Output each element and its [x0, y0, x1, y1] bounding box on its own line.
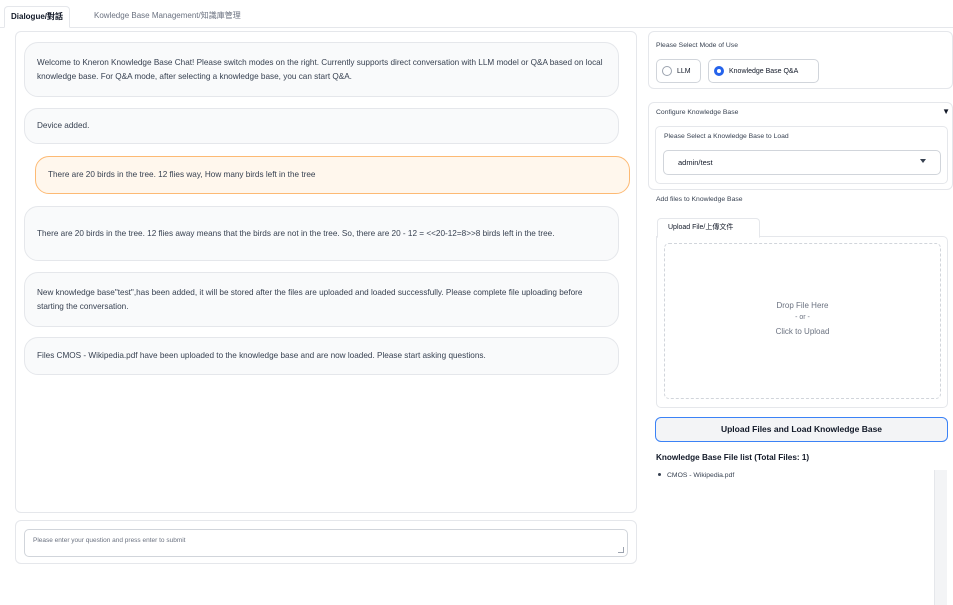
mode-option-label: Knowledge Base Q&A [729, 67, 799, 75]
scrollbar[interactable] [934, 470, 947, 605]
kb-file-list-title: Knowledge Base File list (Total Files: 1… [656, 453, 810, 462]
resize-handle-icon[interactable] [618, 547, 624, 553]
chat-message-bot: There are 20 birds in the tree. 12 flies… [24, 206, 619, 261]
question-input[interactable]: Please enter your question and press ent… [24, 529, 628, 557]
mode-option-label: LLM [677, 67, 691, 75]
add-files-label: Add files to Knowledge Base [656, 196, 743, 203]
chevron-down-icon [920, 159, 926, 163]
radio-checked-icon [714, 66, 724, 76]
file-name: CMOS - Wikipedia.pdf [667, 472, 735, 479]
chat-message-user: There are 20 birds in the tree. 12 flies… [35, 156, 630, 194]
chat-message-bot: Files CMOS - Wikipedia.pdf have been upl… [24, 337, 619, 375]
upload-load-kb-button[interactable]: Upload Files and Load Knowledge Base [655, 417, 948, 442]
collapse-caret-icon[interactable]: ▼ [942, 107, 950, 116]
message-text: There are 20 birds in the tree. 12 flies… [37, 228, 555, 238]
mode-panel: Please Select Mode of Use LLM Knowledge … [648, 31, 953, 89]
question-input-placeholder: Please enter your question and press ent… [33, 537, 186, 544]
bullet-icon [658, 472, 661, 476]
message-text: Files CMOS - Wikipedia.pdf have been upl… [37, 351, 486, 360]
message-text: Device added. [37, 121, 90, 130]
tab-dialogue[interactable]: Dialogue/對話 [4, 6, 71, 28]
tab-divider [0, 27, 953, 28]
chat-panel: Welcome to Kneron Knowledge Base Chat! P… [15, 31, 637, 513]
kb-select-value: admin/test [678, 158, 713, 167]
question-input-panel: Please enter your question and press ent… [15, 520, 637, 564]
chat-message-bot: Device added. [24, 108, 619, 144]
tab-upload-file[interactable]: Upload File/上傳文件 [657, 218, 760, 238]
chat-message-bot: Welcome to Kneron Knowledge Base Chat! P… [24, 42, 619, 97]
kb-config-title[interactable]: Configure Knowledge Base [656, 109, 738, 116]
drop-file-text: Drop File Here [776, 301, 829, 310]
message-text: New knowledge base"test",has been added,… [37, 287, 583, 311]
kb-select-label: Please Select a Knowledge Base to Load [664, 133, 789, 140]
mode-option-llm[interactable]: LLM [656, 59, 701, 83]
chat-message-bot: New knowledge base"test",has been added,… [24, 272, 619, 327]
mode-option-kb-qa[interactable]: Knowledge Base Q&A [708, 59, 819, 83]
kb-select-dropdown[interactable]: admin/test [663, 150, 941, 175]
message-text: Welcome to Kneron Knowledge Base Chat! P… [37, 57, 603, 81]
file-drop-zone[interactable]: Drop File Here - or - Click to Upload [664, 243, 941, 399]
click-upload-text: Click to Upload [775, 327, 830, 336]
message-text: There are 20 birds in the tree. 12 flies… [48, 170, 316, 179]
mode-label: Please Select Mode of Use [656, 42, 738, 49]
radio-unchecked-icon [662, 66, 672, 76]
tab-kb-management[interactable]: Kowledge Base Management/知識庫管理 [88, 6, 247, 28]
drop-or-text: - or - [795, 314, 810, 321]
main-tabs: Dialogue/對話 Kowledge Base Management/知識庫… [0, 0, 953, 28]
kb-file-list-item: CMOS - Wikipedia.pdf [658, 472, 734, 479]
